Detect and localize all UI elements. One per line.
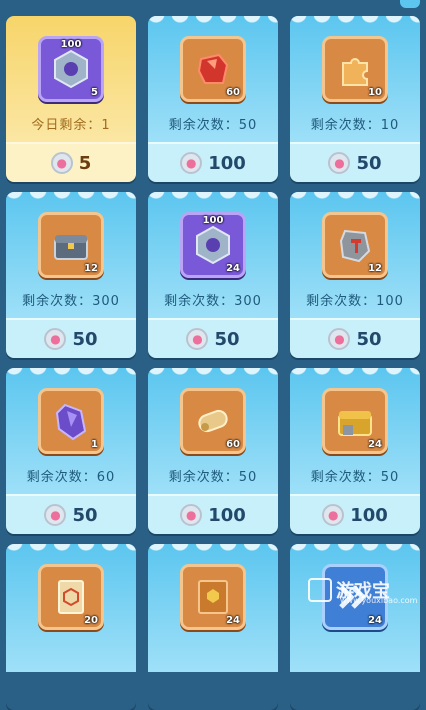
item-count: 20 xyxy=(84,615,98,626)
stone-hammer-icon xyxy=(339,229,371,263)
price-bar[interactable]: ● 50 xyxy=(290,142,420,182)
shop-grid: 100 5 今日剩余：1 ● 5 60 剩余次数：50 ● 100 10 剩余次… xyxy=(0,0,426,672)
shop-item-card[interactable]: 100 5 今日剩余：1 ● 5 xyxy=(6,16,136,182)
remaining-label: 剩余次数：100 xyxy=(306,294,404,309)
price-bar[interactable]: ● 50 xyxy=(148,318,278,358)
hex-nut-icon xyxy=(196,225,230,265)
paw-coin-icon: ● xyxy=(328,152,351,174)
item-count: 12 xyxy=(84,263,98,274)
price-bar[interactable]: ● 5 xyxy=(6,142,136,182)
price-value: 50 xyxy=(356,152,382,174)
book-icon xyxy=(198,580,228,614)
item-count: 5 xyxy=(91,87,98,98)
watermark: 游戏宝 www.youxibao.com xyxy=(308,570,418,610)
price-bar[interactable]: ● 100 xyxy=(290,494,420,534)
gamepad-icon xyxy=(308,578,332,602)
item-tile: 100 5 xyxy=(38,36,104,102)
price-bar[interactable]: ● 50 xyxy=(290,318,420,358)
item-tile: 10 xyxy=(322,36,388,102)
item-count: 24 xyxy=(368,439,382,450)
remaining-label: 剩余次数：300 xyxy=(22,294,120,309)
shop-item-card[interactable]: 24 xyxy=(290,544,420,710)
red-crystal-icon xyxy=(197,53,229,84)
price-value: 5 xyxy=(78,152,92,174)
remaining-label: 剩余次数：60 xyxy=(26,470,116,485)
puzzle-piece-icon xyxy=(342,58,368,86)
price-value: 50 xyxy=(72,328,98,350)
item-tile: 24 xyxy=(322,388,388,454)
paw-coin-icon: ● xyxy=(50,152,73,174)
item-tile: 1 xyxy=(38,388,104,454)
price-bar[interactable]: ● 50 xyxy=(6,318,136,358)
item-tile: 60 xyxy=(180,36,246,102)
price-value: 50 xyxy=(214,328,240,350)
paw-coin-icon: ● xyxy=(180,152,203,174)
shop-item-card[interactable]: 60 剩余次数：50 ● 100 xyxy=(148,16,278,182)
item-count: 60 xyxy=(226,87,240,98)
shop-item-card[interactable]: 60 剩余次数：50 ● 100 xyxy=(148,368,278,534)
shop-item-card[interactable]: 20 xyxy=(6,544,136,710)
shop-item-card[interactable]: 24 剩余次数：50 ● 100 xyxy=(290,368,420,534)
shop-item-card[interactable]: 1 剩余次数：60 ● 50 xyxy=(6,368,136,534)
price-bar[interactable]: ● 100 xyxy=(148,494,278,534)
shop-item-card[interactable]: 12 剩余次数：100 ● 50 xyxy=(290,192,420,358)
price-value: 100 xyxy=(350,504,388,526)
shop-item-card[interactable]: 100 24 剩余次数：300 ● 50 xyxy=(148,192,278,358)
remaining-label: 剩余次数：50 xyxy=(168,470,258,485)
paw-coin-icon: ● xyxy=(328,328,351,350)
paw-coin-icon: ● xyxy=(44,328,67,350)
map-scroll-icon xyxy=(58,580,84,614)
paw-coin-icon: ● xyxy=(322,504,345,526)
item-tile: 24 xyxy=(180,564,246,630)
item-count: 24 xyxy=(226,615,240,626)
remaining-label: 今日剩余：1 xyxy=(31,118,111,133)
price-value: 100 xyxy=(208,152,246,174)
remaining-label: 剩余次数：50 xyxy=(168,118,258,133)
shop-item-card[interactable]: 24 xyxy=(148,544,278,710)
paw-coin-icon: ● xyxy=(180,504,203,526)
shop-item-card[interactable]: 10 剩余次数：10 ● 50 xyxy=(290,16,420,182)
remaining-label: 剩余次数：50 xyxy=(310,470,400,485)
paw-coin-icon: ● xyxy=(186,328,209,350)
gold-chest-icon xyxy=(338,411,372,436)
item-tile: 60 xyxy=(180,388,246,454)
item-tile: 12 xyxy=(322,212,388,278)
treasure-chest-icon xyxy=(54,235,88,260)
hex-nut-icon xyxy=(54,49,88,89)
remaining-label: 剩余次数：10 xyxy=(310,118,400,133)
item-count: 24 xyxy=(368,615,382,626)
remaining-label: 剩余次数：300 xyxy=(164,294,262,309)
purple-crystal-icon xyxy=(55,403,87,441)
item-tile: 12 xyxy=(38,212,104,278)
scroll-icon xyxy=(198,409,228,433)
price-bar[interactable]: ● 50 xyxy=(6,494,136,534)
shop-item-card[interactable]: 12 剩余次数：300 ● 50 xyxy=(6,192,136,358)
watermark-url: www.youxibao.com xyxy=(340,596,418,605)
paw-coin-icon: ● xyxy=(44,504,67,526)
item-count: 1 xyxy=(91,439,98,450)
price-value: 50 xyxy=(356,328,382,350)
edge-peek xyxy=(400,0,420,8)
item-tile: 20 xyxy=(38,564,104,630)
item-count: 24 xyxy=(226,263,240,274)
price-bar[interactable]: ● 100 xyxy=(148,142,278,182)
price-value: 50 xyxy=(72,504,98,526)
item-tile: 100 24 xyxy=(180,212,246,278)
price-value: 100 xyxy=(208,504,246,526)
item-count: 10 xyxy=(368,87,382,98)
item-count: 60 xyxy=(226,439,240,450)
item-count: 12 xyxy=(368,263,382,274)
